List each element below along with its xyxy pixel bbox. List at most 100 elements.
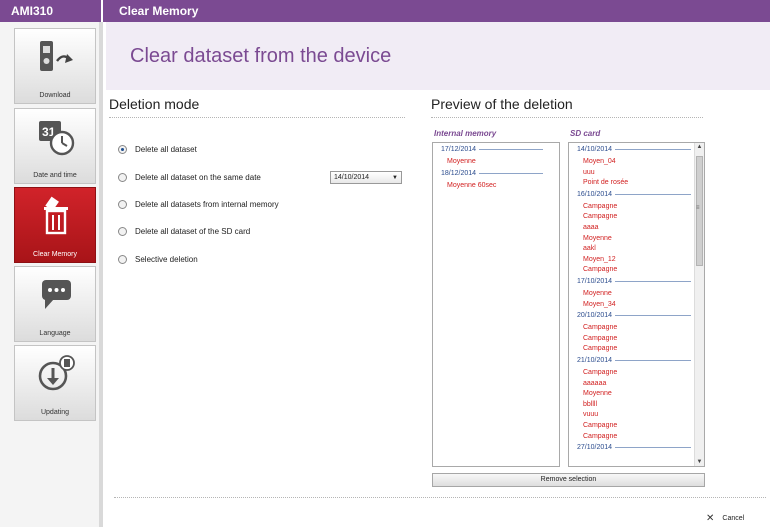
page-title: Clear dataset from the device xyxy=(130,45,392,67)
date-rule xyxy=(615,281,692,282)
list-item[interactable]: Moyen_12 xyxy=(583,256,616,263)
download-icon xyxy=(40,41,73,71)
date-label: 14/10/2014 xyxy=(577,146,613,153)
list-item[interactable]: Campagne xyxy=(583,345,617,352)
cancel-button[interactable]: ✕ Cancel xyxy=(706,511,768,525)
sidebar-item-language[interactable]: Language xyxy=(14,266,96,342)
radio-button[interactable] xyxy=(118,172,127,182)
sidebar-item-label: Date and time xyxy=(33,172,77,179)
list-item[interactable]: Moyenne xyxy=(583,290,612,297)
date-rule xyxy=(615,360,692,361)
list-item[interactable]: aaaa xyxy=(583,224,599,231)
list-item[interactable]: Campagne xyxy=(583,433,617,440)
option-label: Delete all dataset xyxy=(135,144,197,154)
app-window: AMI310 Clear Memory Download 31 Date and… xyxy=(0,0,770,527)
sidebar-item-date-and-time[interactable]: 31 Date and time xyxy=(14,108,96,184)
list-item[interactable]: aaaaaa xyxy=(583,380,606,387)
deletion-mode-title: Deletion mode xyxy=(109,96,200,112)
sidebar-item-clear-memory[interactable]: Clear Memory xyxy=(14,187,96,263)
sidebar: Download 31 Date and time Clear Memory L… xyxy=(0,22,103,527)
list-item[interactable]: Point de rosée xyxy=(583,179,628,186)
option-delete-all[interactable]: Delete all dataset xyxy=(118,142,197,156)
list-item[interactable]: Campagne xyxy=(583,203,617,210)
scroll-up-icon[interactable]: ▲ xyxy=(695,144,704,150)
radio-button[interactable] xyxy=(118,226,127,236)
list-item[interactable]: Moyen_34 xyxy=(583,301,616,308)
sidebar-item-label: Clear Memory xyxy=(33,251,77,258)
date-label: 21/10/2014 xyxy=(577,357,613,364)
date-group-header[interactable]: 20/10/2014 xyxy=(577,312,692,320)
scroll-down-icon[interactable]: ▼ xyxy=(695,459,704,465)
list-item[interactable]: Moyen_04 xyxy=(583,158,616,165)
option-selective-deletion[interactable]: Selective deletion xyxy=(118,252,198,266)
sidebar-item-label: Updating xyxy=(40,409,70,416)
internal-memory-heading: Internal memory xyxy=(434,129,497,138)
list-item[interactable]: Campagne xyxy=(583,213,617,220)
date-group-header[interactable]: 18/12/2014 xyxy=(441,169,544,177)
scrollbar[interactable]: ▲ ≡ ▼ xyxy=(694,143,704,466)
date-group-header[interactable]: 27/10/2014 xyxy=(577,444,692,452)
date-label: 17/10/2014 xyxy=(577,278,613,285)
list-item[interactable]: Campagne xyxy=(583,266,617,273)
close-icon: ✕ xyxy=(706,512,715,524)
sidebar-item-label: Language xyxy=(39,330,71,337)
sidebar-item-label: Download xyxy=(39,92,71,99)
date-select-value: 14/10/2014 xyxy=(334,174,370,181)
option-delete-sd-card[interactable]: Delete all dataset of the SD card xyxy=(118,224,250,238)
list-item[interactable]: Moyenne xyxy=(583,235,612,242)
date-label: 18/12/2014 xyxy=(441,169,477,177)
list-item[interactable]: Moyenne xyxy=(583,390,612,397)
update-icon xyxy=(38,355,75,391)
sd-card-list[interactable]: ▲ ≡ ▼ 14/10/2014 Moyen_04uuu Point de rosé… xyxy=(568,142,705,467)
option-delete-same-date[interactable]: Delete all dataset on the same date xyxy=(118,170,261,184)
date-label: 27/10/2014 xyxy=(577,444,613,452)
radio-button[interactable] xyxy=(118,254,127,264)
list-item[interactable]: Moyenne xyxy=(447,158,476,165)
date-rule xyxy=(615,193,692,195)
date-group-header[interactable]: 14/10/2014 xyxy=(577,146,692,153)
internal-memory-list[interactable]: 17/12/2014 Moyenne 18/12/2014 Moyenne 60sec xyxy=(432,142,560,467)
date-group-header[interactable]: 16/10/2014 xyxy=(577,190,692,198)
option-delete-internal-memory[interactable]: Delete all datasets from internal memory xyxy=(118,197,279,211)
list-item[interactable]: aakl xyxy=(583,245,596,252)
date-rule xyxy=(479,172,544,174)
calendar-clock-icon: 31 xyxy=(39,121,75,156)
radio-button[interactable] xyxy=(118,144,127,154)
speech-bubble-icon xyxy=(42,280,71,309)
option-label: Selective deletion xyxy=(135,254,198,264)
sd-card-heading: SD card xyxy=(570,129,601,138)
date-label: 17/12/2014 xyxy=(441,146,477,153)
option-label: Delete all dataset of the SD card xyxy=(135,226,251,236)
list-item[interactable]: Campagne xyxy=(583,422,617,429)
list-item[interactable]: uuu xyxy=(583,169,595,176)
date-label: 16/10/2014 xyxy=(577,190,613,198)
list-item[interactable]: Campagne xyxy=(583,324,617,331)
divider xyxy=(431,117,703,118)
list-item[interactable]: Moyenne 60sec xyxy=(447,182,496,189)
date-rule xyxy=(479,149,544,150)
list-item[interactable]: bbllll xyxy=(583,401,597,408)
page-header: Clear dataset from the device xyxy=(106,22,770,90)
radio-button[interactable] xyxy=(118,199,127,209)
sidebar-item-download[interactable]: Download xyxy=(14,28,96,104)
list-item[interactable]: Campagne xyxy=(583,335,617,342)
date-group-header[interactable]: 21/10/2014 xyxy=(577,357,692,364)
date-label: 20/10/2014 xyxy=(577,312,613,320)
option-label: Delete all datasets from internal memory xyxy=(135,199,279,209)
date-rule xyxy=(615,149,692,150)
option-label: Delete all dataset on the same date xyxy=(135,172,261,182)
date-rule xyxy=(615,447,692,449)
sidebar-item-updating[interactable]: Updating xyxy=(14,345,96,421)
list-item[interactable]: Campagne xyxy=(583,369,617,376)
chevron-down-icon: ▼ xyxy=(392,175,398,181)
date-group-header[interactable]: 17/12/2014 xyxy=(441,146,544,153)
list-item[interactable]: vuuu xyxy=(583,411,598,418)
divider xyxy=(114,497,766,498)
date-select[interactable]: 14/10/2014 ▼ xyxy=(330,171,402,184)
scrollbar-thumb[interactable] xyxy=(696,156,703,266)
date-rule xyxy=(615,315,692,317)
divider xyxy=(109,117,405,118)
date-group-header[interactable]: 17/10/2014 xyxy=(577,278,692,285)
remove-selection-button[interactable]: Remove selection xyxy=(432,473,705,487)
window-title: Clear Memory xyxy=(103,0,770,22)
